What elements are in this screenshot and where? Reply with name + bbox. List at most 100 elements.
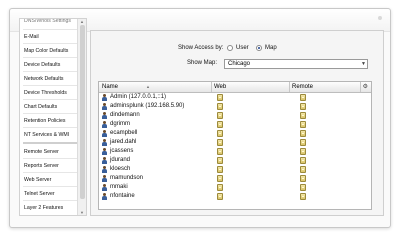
chevron-down-icon[interactable]: ▼: [361, 60, 366, 68]
scroll-up-icon[interactable]: ▲: [79, 19, 85, 24]
table-row[interactable]: dindemann: [99, 111, 371, 120]
user-icon: [102, 112, 107, 119]
user-icon: [102, 103, 107, 110]
window-control-icon[interactable]: [378, 16, 382, 20]
remote-access-checkbox[interactable]: [300, 103, 306, 110]
web-access-checkbox[interactable]: [217, 112, 223, 119]
divider: [23, 200, 83, 201]
web-access-checkbox[interactable]: [217, 148, 223, 155]
web-access-checkbox[interactable]: [217, 103, 223, 110]
divider: [23, 85, 83, 86]
column-divider[interactable]: [211, 82, 212, 92]
divider: [23, 99, 83, 100]
remote-access-checkbox[interactable]: [300, 193, 306, 200]
remote-access-checkbox[interactable]: [300, 175, 306, 182]
user-name: dgrimm: [110, 121, 131, 127]
user-name: mmaki: [110, 184, 128, 190]
user-name: jcassens: [110, 148, 134, 154]
web-access-checkbox[interactable]: [217, 121, 223, 128]
user-icon: [102, 193, 107, 200]
radio-map-label[interactable]: Map: [265, 45, 277, 51]
sidebar-item-nt-services[interactable]: NT Services & WMI: [24, 129, 84, 142]
user-name: adminsplunk (192.168.5.90): [110, 103, 185, 109]
remote-access-checkbox[interactable]: [300, 94, 306, 101]
user-icon: [102, 175, 107, 182]
sidebar-item-dns[interactable]: DNS/Whois Settings: [24, 19, 84, 28]
user-name: dindemann: [110, 112, 140, 118]
user-name: nfontaine: [110, 193, 135, 199]
column-divider[interactable]: [360, 82, 361, 92]
table-row[interactable]: mmaki: [99, 183, 371, 192]
table-row[interactable]: adminsplunk (192.168.5.90): [99, 102, 371, 111]
divider: [23, 142, 83, 144]
user-name: jdurand: [110, 157, 131, 163]
divider: [23, 71, 83, 72]
column-header-name[interactable]: Name: [102, 82, 118, 92]
user-icon: [102, 148, 107, 155]
divider: [23, 57, 83, 58]
web-access-checkbox[interactable]: [217, 175, 223, 182]
table-row[interactable]: jcassens: [99, 147, 371, 156]
user-icon: [102, 157, 107, 164]
web-access-checkbox[interactable]: [217, 166, 223, 173]
user-icon: [102, 184, 107, 191]
remote-access-checkbox[interactable]: [300, 139, 306, 146]
settings-sidebar[interactable]: DNS/Whois Settings E-Mail Map Color Defa…: [19, 18, 87, 216]
remote-access-checkbox[interactable]: [300, 157, 306, 164]
column-divider[interactable]: [289, 82, 290, 92]
map-select[interactable]: Chicago ▼: [224, 59, 368, 69]
radio-map[interactable]: [256, 45, 262, 51]
user-icon: [102, 130, 107, 137]
table-row[interactable]: jdurand: [99, 156, 371, 165]
divider: [23, 113, 83, 114]
user-name: mamundson: [110, 175, 144, 181]
show-access-label: Show Access by:: [178, 45, 224, 51]
table-row[interactable]: Admin (127.0.0.1,::1): [99, 93, 371, 102]
radio-user[interactable]: [227, 45, 233, 51]
show-map-label: Show Map:: [187, 60, 218, 66]
remote-access-checkbox[interactable]: [300, 148, 306, 155]
sidebar-item-layer2-features[interactable]: Layer 2 Features: [24, 202, 84, 215]
sidebar-scrollbar[interactable]: ▲ ▼: [77, 19, 86, 215]
map-select-value: Chicago: [228, 61, 251, 67]
user-icon: [102, 121, 107, 128]
user-name: kloesch: [110, 166, 131, 172]
user-icon: [102, 139, 107, 146]
web-access-checkbox[interactable]: [217, 139, 223, 146]
web-access-checkbox[interactable]: [217, 94, 223, 101]
access-table[interactable]: Name ▲ Web Remote ⚙ Admin (127.0.0.1,::1…: [98, 81, 372, 210]
user-icon: [102, 166, 107, 173]
table-row[interactable]: ecampbell: [99, 129, 371, 138]
remote-access-checkbox[interactable]: [300, 112, 306, 119]
divider: [23, 43, 83, 44]
gear-icon[interactable]: ⚙: [363, 82, 368, 92]
table-row[interactable]: nfontaine: [99, 192, 371, 201]
user-icon: [102, 94, 107, 101]
table-row[interactable]: jared.dahl: [99, 138, 371, 147]
divider: [23, 172, 83, 173]
table-header: Name ▲ Web Remote ⚙: [99, 82, 371, 93]
user-name: jared.dahl: [110, 139, 137, 145]
web-access-checkbox[interactable]: [217, 130, 223, 137]
user-name: ecampbell: [110, 130, 138, 136]
scroll-down-icon[interactable]: ▼: [79, 210, 85, 215]
remote-access-checkbox[interactable]: [300, 184, 306, 191]
sort-ascending-icon: ▲: [146, 84, 150, 89]
table-row[interactable]: mamundson: [99, 174, 371, 183]
scroll-thumb[interactable]: [80, 25, 85, 199]
web-access-checkbox[interactable]: [217, 157, 223, 164]
web-access-checkbox[interactable]: [217, 184, 223, 191]
divider: [23, 29, 83, 30]
table-row[interactable]: kloesch: [99, 165, 371, 174]
divider: [23, 158, 83, 159]
web-access-checkbox[interactable]: [217, 193, 223, 200]
column-header-remote[interactable]: Remote: [292, 82, 313, 92]
radio-user-label[interactable]: User: [236, 45, 249, 51]
column-header-web[interactable]: Web: [214, 82, 226, 92]
remote-access-checkbox[interactable]: [300, 130, 306, 137]
remote-access-checkbox[interactable]: [300, 166, 306, 173]
remote-access-checkbox[interactable]: [300, 121, 306, 128]
user-name: Admin (127.0.0.1,::1): [110, 94, 167, 100]
divider: [23, 127, 83, 128]
table-row[interactable]: dgrimm: [99, 120, 371, 129]
